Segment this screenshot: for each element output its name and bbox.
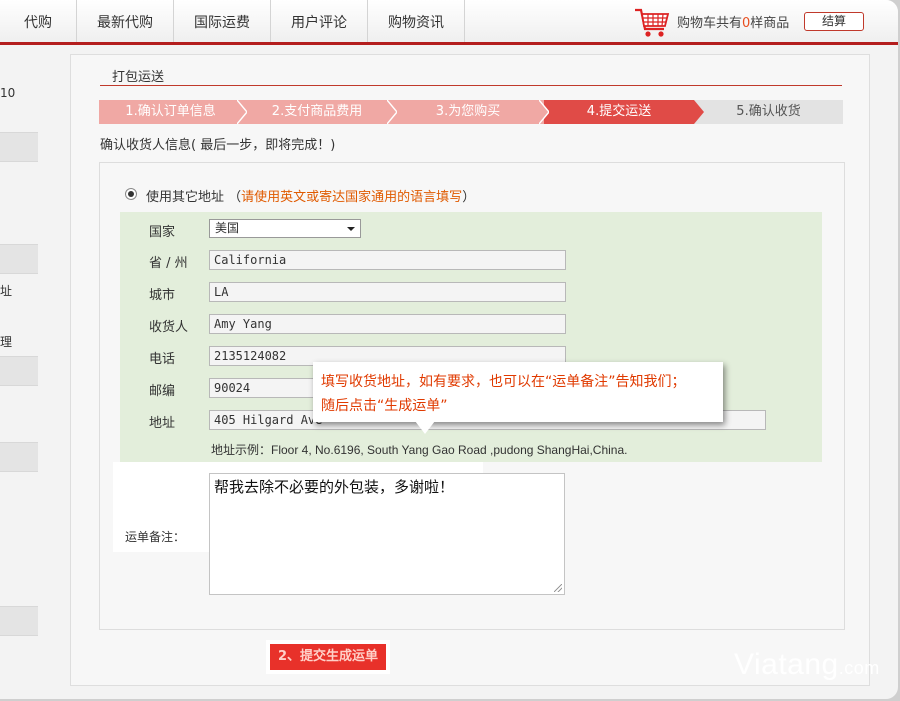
recipient-input[interactable]: [209, 314, 566, 334]
sidebar-item-1[interactable]: [0, 132, 38, 162]
cart-prefix: 购物车共有: [677, 16, 743, 31]
nav-item-reviews[interactable]: 用户评论: [271, 0, 368, 42]
note-textarea[interactable]: 帮我去除不必要的外包装，多谢啦！: [209, 473, 565, 595]
zip-label: 邮编: [149, 384, 176, 399]
sidebar-item-5[interactable]: [0, 606, 38, 636]
submit-waybill-button[interactable]: 2、提交生成运单: [270, 644, 386, 670]
other-address-radio[interactable]: [125, 188, 137, 200]
note-value: 帮我去除不必要的外包装，多谢啦！: [214, 478, 455, 496]
submit-highlight: 2、提交生成运单: [266, 640, 390, 674]
address-example: 地址示例：Floor 4, No.6196, South Yang Gao Ro…: [211, 443, 628, 457]
progress-steps: 1.确认订单信息 2.支付商品费用 3.为您购买 4.提交运送 5.确认收货: [99, 100, 843, 124]
recipient-label: 收货人: [149, 320, 189, 335]
instruction-callout: 填写收货地址，如有要求，也可以在“运单备注”告知我们； 随后点击“生成运单”: [313, 362, 723, 422]
section-title: 打包运送: [112, 70, 165, 85]
sidebar-item-2[interactable]: [0, 244, 38, 274]
option-hint-close: ）: [462, 190, 476, 205]
city-label: 城市: [149, 288, 176, 303]
shopping-cart-icon[interactable]: [634, 7, 670, 39]
sidebar-item-3[interactable]: [0, 356, 38, 386]
sidebar-text-3: 理: [0, 335, 13, 349]
top-nav: 代购 最新代购 国际运费 用户评论 购物资讯 购物车共有0样商品 结算: [0, 0, 898, 45]
watermark-suffix: .com: [838, 658, 880, 678]
nav-item-news[interactable]: 购物资讯: [368, 0, 465, 42]
state-label: 省 / 州: [149, 256, 188, 271]
step-arrow-icon: [387, 100, 397, 124]
country-label: 国家: [149, 225, 176, 240]
page-frame: 代购 最新代购 国际运费 用户评论 购物资讯 购物车共有0样商品 结算 10 址…: [0, 0, 898, 699]
callout-line-1: 填写收货地址，如有要求，也可以在“运单备注”告知我们；: [321, 374, 686, 390]
phone-label: 电话: [149, 352, 176, 367]
cart-suffix: 样商品: [750, 16, 790, 31]
step-arrow-icon: [237, 100, 247, 124]
checkout-button[interactable]: 结算: [804, 12, 864, 31]
option-hint-open: （: [228, 190, 242, 205]
nav-item-daigou[interactable]: 代购: [0, 0, 77, 42]
watermark-logo: Viatang.com: [734, 648, 880, 682]
sidebar-text-2: 址: [0, 284, 13, 298]
nav-item-shipping[interactable]: 国际运费: [174, 0, 271, 42]
callout-line-2: 随后点击“生成运单”: [321, 398, 448, 414]
watermark-brand: Viatang: [734, 648, 839, 681]
step-4: 4.提交运送: [544, 100, 694, 124]
step-2: 2.支付商品费用: [242, 100, 392, 124]
step-3: 3.为您购买: [392, 100, 544, 124]
confirm-note: 确认收货人信息( 最后一步，即将完成！): [100, 138, 336, 153]
step-5: 5.确认收货: [694, 100, 843, 124]
title-divider: [100, 85, 842, 86]
street-label: 地址: [149, 416, 176, 431]
step-arrow-icon: [694, 100, 704, 124]
sidebar-text-1: 10: [0, 86, 16, 100]
country-select[interactable]: 美国: [209, 219, 361, 238]
state-input[interactable]: [209, 250, 566, 270]
city-input[interactable]: [209, 282, 566, 302]
option-label: 使用其它地址: [146, 190, 225, 205]
chevron-down-icon: [347, 227, 355, 231]
nav-item-latest[interactable]: 最新代购: [77, 0, 174, 42]
cart-summary: 购物车共有0样商品: [677, 12, 789, 31]
resize-grip-icon[interactable]: [554, 584, 562, 592]
country-value: 美国: [215, 221, 240, 235]
step-arrow-icon: [539, 100, 549, 124]
option-hint: 请使用英文或寄达国家通用的语言填写: [241, 190, 463, 205]
step-1: 1.确认订单信息: [99, 100, 242, 124]
callout-pointer: [415, 421, 435, 434]
sidebar-item-4[interactable]: [0, 442, 38, 472]
note-label: 运单备注：: [125, 530, 186, 544]
other-address-option[interactable]: 使用其它地址 （请使用英文或寄达国家通用的语言填写）: [146, 186, 475, 205]
